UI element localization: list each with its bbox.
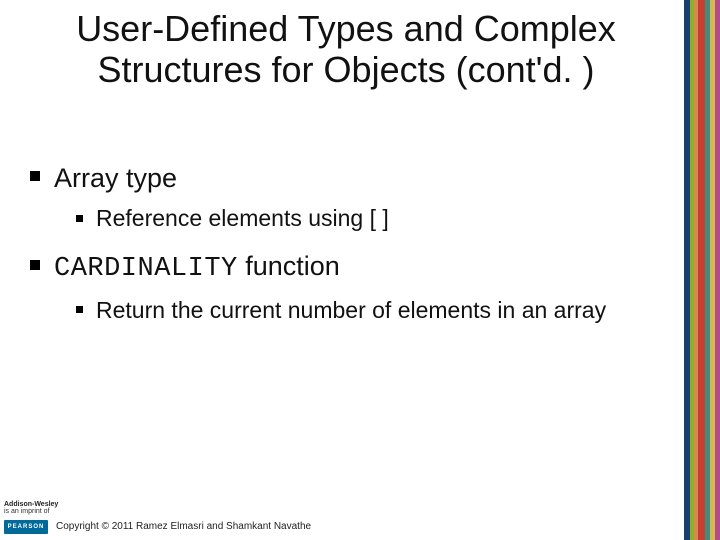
imprint-line: is an imprint of [4, 508, 58, 516]
sub-bullet-text: Return the current number of elements in… [96, 297, 606, 323]
publisher-logo: PEARSON [4, 520, 48, 534]
imprint-brand: Addison-Wesley [4, 501, 58, 509]
sub-bullet-text: Reference elements using [ ] [96, 205, 389, 231]
sub-bullet-item: Return the current number of elements in… [76, 296, 660, 326]
sub-bullet-list: Reference elements using [ ] [76, 204, 660, 234]
code-text: CARDINALITY [54, 254, 238, 284]
sub-bullet-list: Return the current number of elements in… [76, 296, 660, 326]
slide-body: Array type Reference elements using [ ] … [30, 160, 660, 340]
slide-title: User-Defined Types and Complex Structure… [20, 8, 672, 91]
stripe [698, 0, 705, 540]
bullet-item: Array type Reference elements using [ ] [30, 160, 660, 234]
copyright-text: Copyright © 2011 Ramez Elmasri and Shamk… [56, 521, 311, 532]
bullet-item: CARDINALITY function Return the current … [30, 248, 660, 325]
bullet-list: Array type Reference elements using [ ] … [30, 160, 660, 326]
stripe [715, 0, 720, 540]
footer: Addison-Wesley is an imprint of PEARSON … [0, 500, 720, 540]
imprint: Addison-Wesley is an imprint of [4, 501, 58, 516]
bullet-text: Array type [54, 163, 177, 193]
bullet-text: function [238, 251, 340, 281]
slide: User-Defined Types and Complex Structure… [0, 0, 720, 540]
sub-bullet-item: Reference elements using [ ] [76, 204, 660, 234]
accent-stripes [684, 0, 720, 540]
